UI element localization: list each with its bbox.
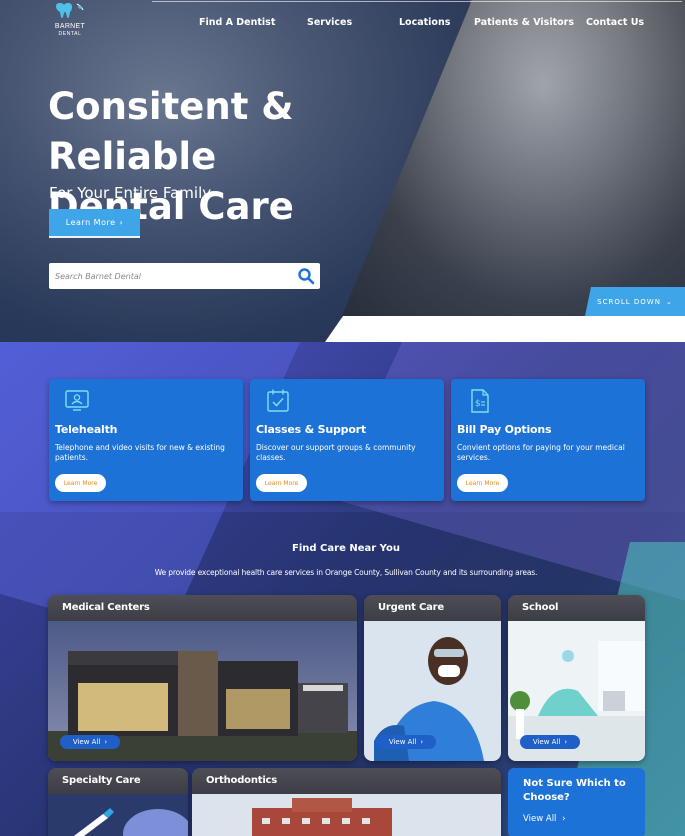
hero-section: BARNET DENTAL Find A Dentist Services Lo… [0,0,685,345]
nav-services[interactable]: Services [307,17,352,28]
hero-subtitle: For Your Entire Family [49,184,212,202]
care-card-title: Medical Centers [62,602,150,613]
header-divider [152,1,682,2]
chevron-right-icon: › [562,814,566,824]
calendar-check-icon [267,389,289,412]
service-card-bill-pay: $ Bill Pay Options Convient options for … [451,379,645,501]
nav-patients-visitors[interactable]: Patients & Visitors [474,17,574,28]
care-card-title: School [522,602,559,613]
chevron-right-icon: › [104,738,108,746]
care-card-orthodontics[interactable]: Orthodontics [192,768,501,836]
care-card-school[interactable]: School View All › [508,595,645,761]
chevron-right-icon: › [564,738,568,746]
search-bar [49,263,320,289]
care-card-medical-centers[interactable]: Medical Centers View All › [48,595,357,761]
hero-learn-more-button[interactable]: Learn More › [49,209,140,238]
care-card-urgent-care[interactable]: Urgent Care View All › [364,595,501,761]
chevron-right-icon: › [119,218,124,227]
not-sure-card[interactable]: Not Sure Which to Choose? View All › [508,768,645,836]
logo-subtext: DENTAL [58,31,82,37]
service-description: Telephone and video visits for new & exi… [55,443,225,462]
nav-find-a-dentist[interactable]: Find A Dentist [199,17,275,28]
find-care-title: Find Care Near You [292,543,400,554]
care-card-title: Specialty Care [62,775,141,786]
urgent-care-view-all-button[interactable]: View All › [376,735,436,749]
service-description: Convient options for paying for your med… [457,443,625,462]
invoice-dollar-icon: $ [471,389,489,413]
not-sure-view-all-link[interactable]: View All › [523,814,566,824]
telehealth-monitor-icon [65,390,89,411]
school-view-all-button[interactable]: View All › [520,735,580,749]
svg-text:$: $ [475,399,481,409]
orthodontics-building-image [192,794,501,836]
service-title: Bill Pay Options [457,423,552,436]
scroll-down-button[interactable]: SCROLL DOWN ⌄ [585,287,685,316]
nav-contact-us[interactable]: Contact Us [586,17,644,28]
care-card-title: Urgent Care [378,602,444,613]
nav-locations[interactable]: Locations [399,17,450,28]
classes-learn-more-button[interactable]: Learn More [256,474,307,492]
care-card-title: Orthodontics [206,775,278,786]
chevron-right-icon: › [420,738,424,746]
service-title: Telehealth [55,423,118,436]
service-card-telehealth: Telehealth Telephone and video visits fo… [49,379,243,501]
services-section: Telehealth Telephone and video visits fo… [0,342,685,836]
search-input[interactable] [49,264,279,288]
service-card-classes-support: Classes & Support Discover our support g… [250,379,444,501]
care-card-specialty-care[interactable]: Specialty Care [48,768,188,836]
medical-centers-view-all-button[interactable]: View All › [60,735,120,749]
not-sure-title: Not Sure Which to Choose? [523,778,626,803]
find-care-description: We provide exceptional health care servi… [154,568,538,577]
chevron-down-icon: ⌄ [665,297,673,306]
telehealth-learn-more-button[interactable]: Learn More [55,474,106,492]
hero-bottom-accent [325,316,685,342]
bill-pay-learn-more-button[interactable]: Learn More [457,474,508,492]
main-nav: Find A Dentist Services Locations Patien… [0,17,685,31]
service-title: Classes & Support [256,423,366,436]
specialty-care-image [48,794,188,836]
search-icon[interactable] [297,267,315,285]
service-description: Discover our support groups & community … [256,443,416,462]
